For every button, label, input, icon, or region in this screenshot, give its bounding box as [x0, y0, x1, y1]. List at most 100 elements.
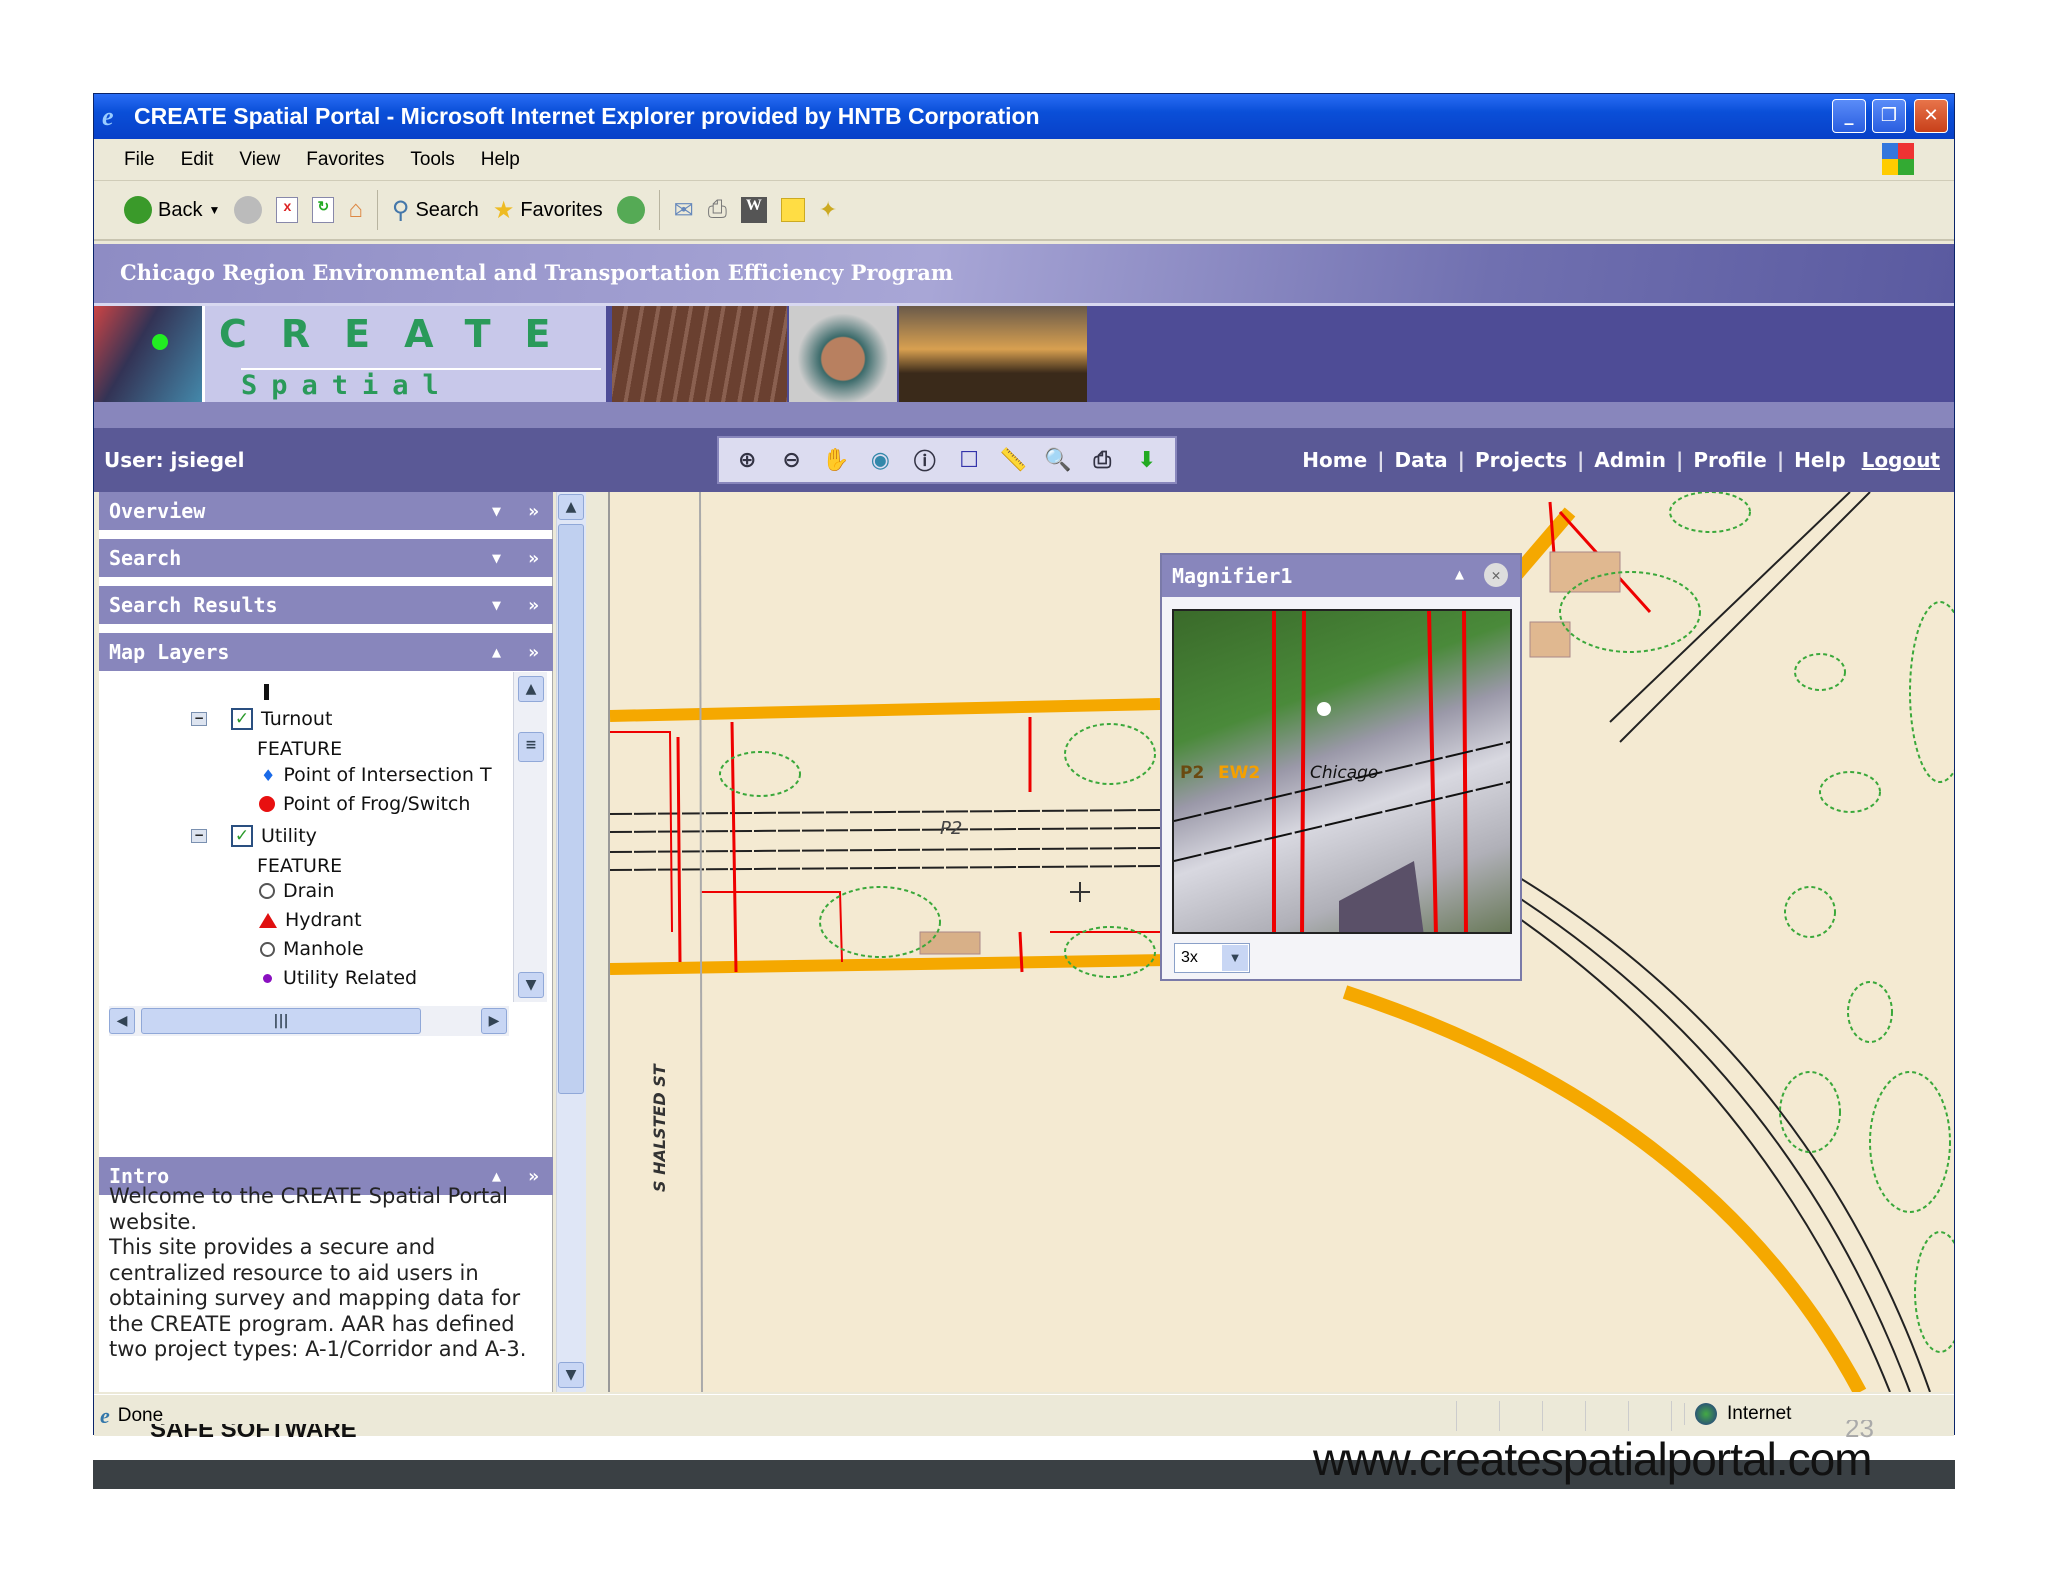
- collapse-icon[interactable]: ▲: [492, 643, 501, 661]
- mail-icon[interactable]: ✉: [674, 196, 694, 225]
- program-tagline: Chicago Region Environmental and Transpo…: [94, 244, 1954, 306]
- expand-icon[interactable]: ▼: [492, 549, 501, 567]
- messenger-icon[interactable]: ✦: [819, 197, 837, 223]
- purple-dot-icon: [263, 973, 272, 983]
- layers-horizontal-scrollbar[interactable]: ◀ ||| ▶: [109, 1006, 509, 1036]
- menu-file[interactable]: File: [124, 149, 155, 171]
- scroll-down-button[interactable]: ▼: [558, 1362, 584, 1388]
- nav-profile[interactable]: Profile: [1693, 448, 1767, 472]
- legend-label: Manhole: [283, 938, 364, 960]
- panel-overview[interactable]: Overview ▼ »: [99, 492, 553, 530]
- window-title: CREATE Spatial Portal - Microsoft Intern…: [134, 103, 1040, 129]
- triangle-icon: [259, 912, 277, 928]
- pan-hand-icon[interactable]: ✋: [819, 442, 853, 478]
- menu-tools[interactable]: Tools: [410, 149, 454, 171]
- home-icon[interactable]: ⌂: [348, 196, 363, 224]
- magnifier-header[interactable]: Magnifier1 ▲ ✕: [1162, 555, 1520, 597]
- undock-icon[interactable]: »: [528, 548, 539, 569]
- favorites-label: Favorites: [520, 198, 603, 221]
- full-extent-icon[interactable]: ◉: [863, 442, 897, 478]
- magnifier-title: Magnifier1: [1172, 564, 1293, 588]
- print-icon[interactable]: ⎙: [708, 196, 727, 224]
- panel-scrollbar[interactable]: ▲ ▼: [556, 492, 586, 1392]
- close-button[interactable]: ✕: [1914, 99, 1948, 133]
- scroll-thumb[interactable]: |||: [141, 1008, 421, 1034]
- collapse-node-icon[interactable]: −: [191, 829, 207, 843]
- expand-icon[interactable]: ▼: [492, 596, 501, 614]
- zoom-in-icon[interactable]: ⊕: [730, 442, 764, 478]
- note-icon[interactable]: [780, 198, 805, 222]
- nav-projects[interactable]: Projects: [1475, 448, 1567, 472]
- site-banner: Chicago Region Environmental and Transpo…: [94, 244, 1954, 492]
- nav-help[interactable]: Help: [1794, 448, 1845, 472]
- nav-data[interactable]: Data: [1395, 448, 1448, 472]
- minimize-button[interactable]: _: [1832, 99, 1866, 133]
- menu-help[interactable]: Help: [481, 149, 520, 171]
- back-arrow-icon: [124, 196, 152, 224]
- legend-item: Drain: [259, 880, 334, 902]
- scroll-down-button[interactable]: ▼: [518, 972, 544, 998]
- search-button[interactable]: ⚲ Search: [392, 196, 479, 225]
- menu-favorites[interactable]: Favorites: [306, 149, 384, 171]
- maximize-button[interactable]: ❐: [1872, 99, 1906, 133]
- close-icon[interactable]: ✕: [1484, 563, 1508, 587]
- legend-label: Point of Frog/Switch: [283, 793, 471, 815]
- forward-button[interactable]: [234, 196, 263, 224]
- scroll-thumb[interactable]: ≡: [518, 732, 544, 762]
- panel-title: Search: [109, 546, 182, 570]
- chevron-down-icon[interactable]: ▼: [1222, 945, 1248, 971]
- scroll-left-button[interactable]: ◀: [109, 1008, 135, 1034]
- identify-icon[interactable]: ⓘ: [908, 442, 942, 478]
- collapse-icon[interactable]: ▲: [1455, 565, 1464, 583]
- logo-title: CREATE: [219, 312, 585, 356]
- back-label: Back: [158, 198, 203, 221]
- panel-map-layers[interactable]: Map Layers ▲ »: [99, 633, 553, 671]
- legend-item: Point of Frog/Switch: [259, 793, 470, 815]
- status-bar: e Done Internet: [94, 1394, 1954, 1436]
- legend-item: Hydrant: [259, 909, 362, 931]
- layer-turnout: − ✓ Turnout: [191, 708, 332, 730]
- nav-home[interactable]: Home: [1302, 448, 1367, 472]
- measure-icon[interactable]: 📏: [997, 442, 1031, 478]
- collapse-panel-handle[interactable]: ◂: [608, 892, 609, 913]
- layer-checkbox[interactable]: ✓: [231, 825, 253, 847]
- scroll-up-button[interactable]: ▲: [518, 676, 544, 702]
- layer-checkbox[interactable]: ✓: [231, 708, 253, 730]
- layers-vertical-scrollbar[interactable]: ▲ ≡ ▼: [513, 672, 547, 1002]
- current-user: User: jsiegel: [104, 448, 245, 472]
- print-map-icon[interactable]: ⎙: [1085, 442, 1119, 478]
- download-icon[interactable]: ⬇: [1130, 442, 1164, 478]
- nav-admin[interactable]: Admin: [1594, 448, 1666, 472]
- favorites-button[interactable]: ★ Favorites: [493, 196, 603, 225]
- menu-view[interactable]: View: [239, 149, 280, 171]
- scroll-up-button[interactable]: ▲: [558, 494, 584, 520]
- undock-icon[interactable]: »: [528, 642, 539, 663]
- zoom-level-select[interactable]: 3x ▼: [1174, 943, 1250, 973]
- back-button[interactable]: Back ▼: [124, 196, 220, 224]
- stop-icon[interactable]: x: [276, 197, 299, 223]
- magnifier-icon[interactable]: 🔍: [1041, 442, 1075, 478]
- layer-group-label: FEATURE: [257, 738, 343, 760]
- nav-logout[interactable]: Logout: [1862, 448, 1940, 472]
- layer-tree: − ✓ Turnout FEATURE ♦ Point of Intersecti…: [99, 672, 553, 1040]
- scroll-thumb[interactable]: [558, 524, 584, 1094]
- zoom-out-icon[interactable]: ⊖: [775, 442, 809, 478]
- collapse-icon[interactable]: ▲: [492, 1167, 501, 1185]
- scroll-right-button[interactable]: ▶: [481, 1008, 507, 1034]
- word-icon[interactable]: W: [740, 197, 767, 223]
- panel-title: Map Layers: [109, 640, 230, 664]
- map-view[interactable]: P2 S HALSTED ST ◂ Magnifier1 ▲ ✕ P2 EW2 …: [608, 492, 1954, 1392]
- ie-icon: e: [102, 102, 114, 131]
- collapse-node-icon[interactable]: −: [191, 712, 207, 726]
- history-icon[interactable]: [616, 196, 645, 224]
- refresh-icon[interactable]: ↻: [312, 197, 335, 223]
- menu-edit[interactable]: Edit: [181, 149, 214, 171]
- panel-search[interactable]: Search ▼ »: [99, 539, 553, 577]
- undock-icon[interactable]: »: [528, 595, 539, 616]
- signal-photo: [94, 306, 202, 402]
- expand-icon[interactable]: ▼: [492, 502, 501, 520]
- select-box-icon[interactable]: ☐: [952, 442, 986, 478]
- panel-search-results[interactable]: Search Results ▼ »: [99, 586, 553, 624]
- legend-label: Point of Intersection T: [283, 764, 492, 786]
- undock-icon[interactable]: »: [528, 501, 539, 522]
